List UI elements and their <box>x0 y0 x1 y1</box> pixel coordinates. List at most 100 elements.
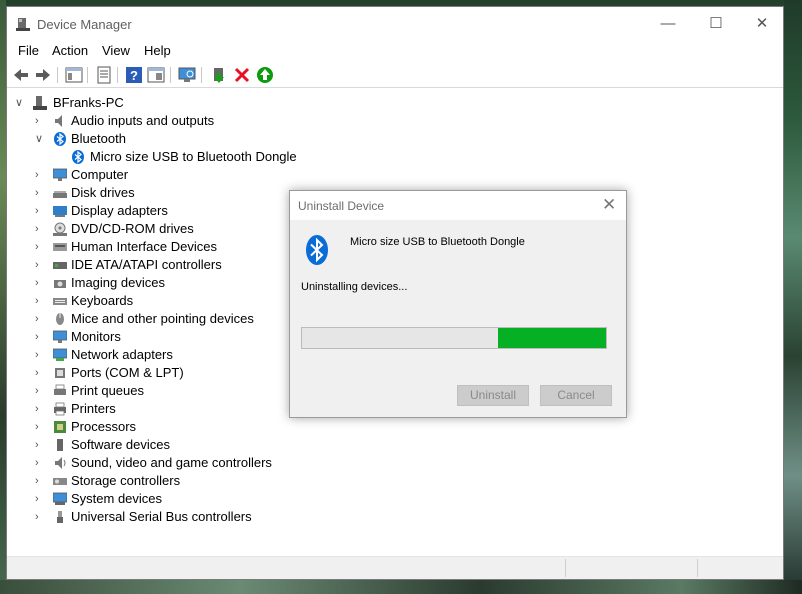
tree-device-label: Micro size USB to Bluetooth Dongle <box>90 149 297 164</box>
sound-icon <box>55 457 66 469</box>
bluetooth-icon <box>72 150 84 164</box>
chevron-right-icon[interactable]: › <box>35 364 47 382</box>
chevron-right-icon[interactable]: › <box>35 310 47 328</box>
menu-view[interactable]: View <box>102 43 130 58</box>
computer-icon <box>33 96 47 110</box>
device-manager-icon <box>16 18 30 31</box>
tree-category-system[interactable]: › System devices <box>35 490 335 508</box>
chevron-right-icon[interactable]: › <box>35 238 47 256</box>
keyboard-icon <box>53 298 67 305</box>
progress-fill <box>498 328 606 348</box>
help-icon[interactable]: ? <box>125 66 143 84</box>
tree-category-label: Computer <box>71 167 129 182</box>
chevron-right-icon[interactable]: › <box>35 166 47 184</box>
chevron-right-icon[interactable]: › <box>35 256 47 274</box>
chevron-right-icon[interactable]: › <box>35 454 47 472</box>
chevron-down-icon[interactable]: ∨ <box>15 94 27 112</box>
menu-help[interactable]: Help <box>144 43 171 58</box>
chevron-right-icon[interactable]: › <box>35 292 47 310</box>
update-driver-icon[interactable] <box>210 66 228 84</box>
status-divider <box>565 559 566 577</box>
tree-root-label: BFranks-PC <box>53 95 124 110</box>
desktop-background-right <box>784 0 802 594</box>
status-bar <box>7 556 783 579</box>
chevron-right-icon[interactable]: › <box>35 400 47 418</box>
chevron-right-icon[interactable]: › <box>35 328 47 346</box>
port-icon <box>55 368 65 378</box>
show-hide-icon[interactable] <box>147 66 165 84</box>
tree-category-label: Mice and other pointing devices <box>71 311 254 326</box>
dialog-title-bar[interactable]: Uninstall Device ✕ <box>290 191 626 220</box>
menu-file[interactable]: File <box>18 43 39 58</box>
desktop-background-bottom <box>0 580 802 594</box>
enable-device-icon[interactable] <box>256 66 274 84</box>
chevron-right-icon[interactable]: › <box>35 382 47 400</box>
bluetooth-icon <box>54 132 66 146</box>
tree-category-label: Network adapters <box>71 347 173 362</box>
printer-icon <box>54 402 66 416</box>
chevron-right-icon[interactable]: › <box>35 274 47 292</box>
chevron-down-icon[interactable]: ∨ <box>35 130 47 148</box>
chevron-right-icon[interactable]: › <box>35 220 47 238</box>
tree-category-label: Monitors <box>71 329 121 344</box>
tree-category-label: Imaging devices <box>71 275 165 290</box>
tree-category-label: System devices <box>71 491 163 506</box>
tree-category-label: Keyboards <box>71 293 134 308</box>
svg-text:?: ? <box>130 68 138 83</box>
disk-icon <box>53 191 67 198</box>
chevron-right-icon[interactable]: › <box>35 418 47 436</box>
tree-category-audio[interactable]: › Audio inputs and outputs <box>35 112 335 130</box>
uninstall-x-icon[interactable] <box>233 66 251 84</box>
processor-icon <box>54 421 66 433</box>
minimize-icon[interactable]: — <box>645 7 691 41</box>
forward-arrow-icon[interactable] <box>34 66 52 84</box>
toolbar-separator <box>57 67 58 83</box>
tree-category-processors[interactable]: › Processors <box>35 418 335 436</box>
tree-category-label: Display adapters <box>71 203 168 218</box>
tree-root[interactable]: ∨ BFranks-PC <box>15 94 315 112</box>
close-icon[interactable]: ✕ <box>602 195 616 215</box>
cancel-button[interactable]: Cancel <box>540 385 612 406</box>
tree-category-label: Software devices <box>71 437 170 452</box>
tree-device-bt-dongle[interactable]: Micro size USB to Bluetooth Dongle <box>71 148 371 166</box>
chevron-right-icon[interactable]: › <box>35 112 47 130</box>
tree-category-computer[interactable]: › Computer <box>35 166 335 184</box>
tree-category-storage[interactable]: › Storage controllers <box>35 472 335 490</box>
software-device-icon <box>57 439 63 451</box>
tree-category-sound[interactable]: › Sound, video and game controllers <box>35 454 335 472</box>
maximize-icon[interactable]: ☐ <box>693 7 739 41</box>
close-icon[interactable]: ✕ <box>739 7 785 41</box>
menu-action[interactable]: Action <box>52 43 88 58</box>
toolbar-separator <box>117 67 118 83</box>
console-tree-icon[interactable] <box>65 66 83 84</box>
scan-hardware-icon[interactable] <box>178 66 196 84</box>
toolbar-separator <box>170 67 171 83</box>
tree-category-label: Processors <box>71 419 137 434</box>
tree-category-software-devices[interactable]: › Software devices <box>35 436 335 454</box>
title-bar[interactable]: Device Manager — ☐ ✕ <box>7 7 783 41</box>
tree-category-label: IDE ATA/ATAPI controllers <box>71 257 222 272</box>
tree-category-label: Sound, video and game controllers <box>71 455 272 470</box>
properties-icon[interactable] <box>95 66 113 84</box>
tree-category-bluetooth[interactable]: ∨ Bluetooth <box>35 130 335 148</box>
chevron-right-icon[interactable]: › <box>35 472 47 490</box>
chevron-right-icon[interactable]: › <box>35 490 47 508</box>
chevron-right-icon[interactable]: › <box>35 346 47 364</box>
tree-category-label: Ports (COM & LPT) <box>71 365 184 380</box>
chevron-right-icon[interactable]: › <box>35 508 47 526</box>
tree-category-usb[interactable]: › Universal Serial Bus controllers <box>35 508 335 526</box>
toolbar: ? <box>7 63 783 88</box>
network-icon <box>53 348 67 361</box>
chevron-right-icon[interactable]: › <box>35 436 47 454</box>
uninstall-button[interactable]: Uninstall <box>457 385 529 406</box>
bluetooth-icon <box>306 235 328 265</box>
print-queue-icon <box>54 384 66 395</box>
tree-category-label: Print queues <box>71 383 144 398</box>
optical-drive-icon <box>53 222 67 236</box>
dialog-device-name: Micro size USB to Bluetooth Dongle <box>350 236 525 248</box>
chevron-right-icon[interactable]: › <box>35 202 47 220</box>
tree-category-label: Disk drives <box>71 185 135 200</box>
chevron-right-icon[interactable]: › <box>35 184 47 202</box>
display-adapter-icon <box>53 206 67 217</box>
back-arrow-icon[interactable] <box>12 66 30 84</box>
